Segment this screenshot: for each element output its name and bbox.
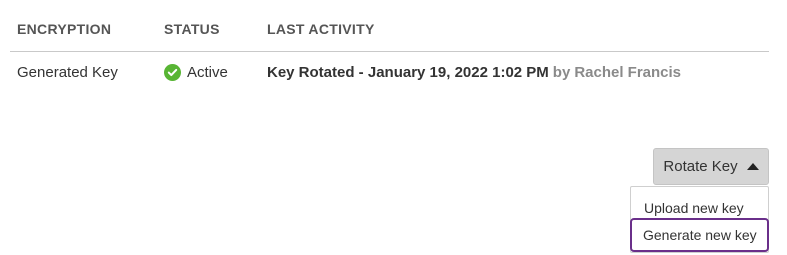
cell-status: Active (164, 64, 228, 81)
rotate-key-menu: Upload new key Generate new key (630, 186, 769, 253)
rotate-key-button[interactable]: Rotate Key (653, 148, 769, 185)
table-header: ENCRYPTION STATUS LAST ACTIVITY (10, 0, 769, 52)
cell-encryption: Generated Key (17, 64, 118, 81)
activity-by: by (552, 64, 571, 81)
table-row: Generated Key Active Key Rotated - Janua… (10, 52, 769, 92)
activity-event: Key Rotated - January 19, 2022 1:02 PM (267, 64, 549, 81)
activity-user: Rachel Francis (574, 64, 682, 81)
menu-item-generate-new-key[interactable]: Generate new key (630, 218, 769, 252)
encryption-table: ENCRYPTION STATUS LAST ACTIVITY Generate… (10, 0, 769, 92)
header-last-activity: LAST ACTIVITY (267, 21, 375, 37)
header-encryption: ENCRYPTION (17, 21, 112, 37)
menu-item-upload-new-key[interactable]: Upload new key (631, 197, 768, 219)
status-label: Active (187, 64, 228, 81)
caret-up-icon (746, 163, 759, 170)
header-status: STATUS (164, 21, 220, 37)
check-circle-icon (164, 64, 181, 81)
cell-last-activity: Key Rotated - January 19, 2022 1:02 PM by… (267, 64, 681, 81)
rotate-key-label: Rotate Key (663, 158, 738, 175)
